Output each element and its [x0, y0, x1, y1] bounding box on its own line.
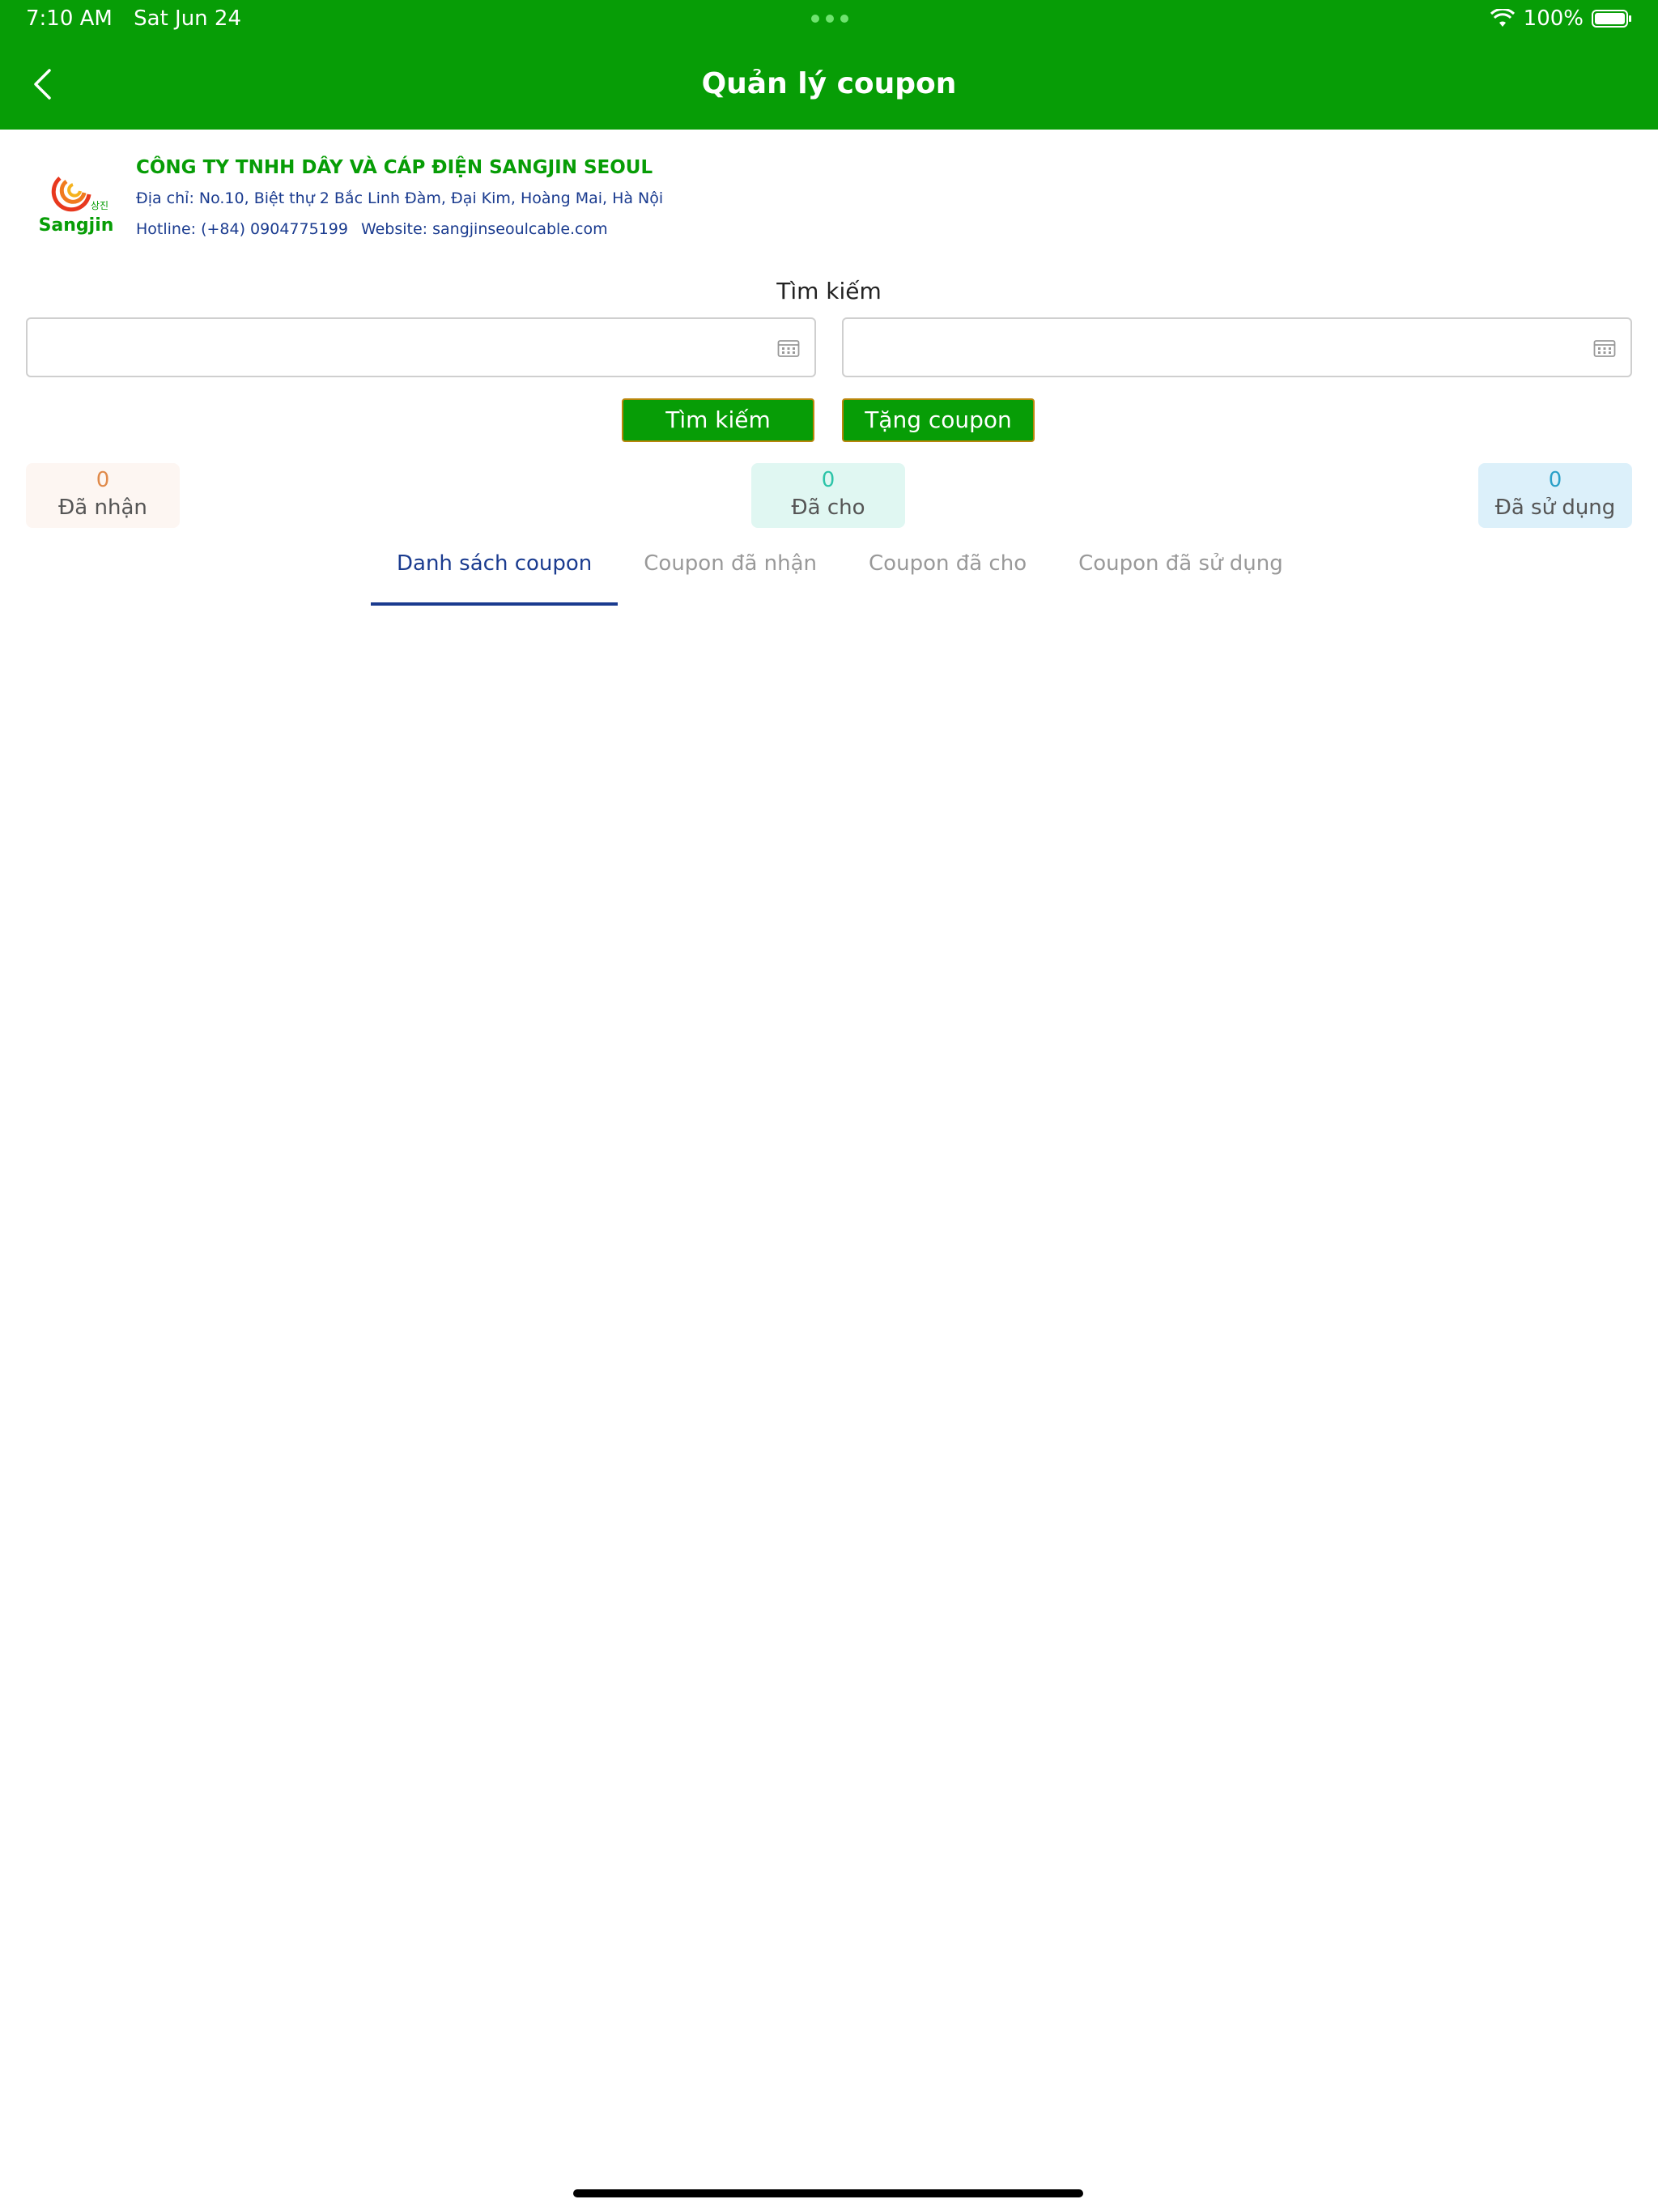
- stat-received: 0 Đã nhận: [26, 463, 180, 528]
- stat-received-label: Đã nhận: [58, 496, 147, 520]
- calendar-icon[interactable]: [777, 338, 800, 358]
- give-coupon-button[interactable]: Tặng coupon: [842, 398, 1035, 442]
- stat-used: 0 Đã sử dụng: [1478, 463, 1632, 528]
- search-title: Tìm kiếm: [776, 278, 882, 304]
- coupon-tabs: Danh sách coupon Coupon đã nhận Coupon đ…: [371, 541, 1309, 606]
- stat-given-count: 0: [821, 468, 835, 492]
- company-hotline: Hotline: (+84) 0904775199: [136, 220, 348, 238]
- tab-coupon-used[interactable]: Coupon đã sử dụng: [1052, 541, 1309, 606]
- stat-given: 0 Đã cho: [751, 463, 905, 528]
- app-header: 7:10 AM Sat Jun 24 100% Quản lý coupon: [0, 0, 1658, 130]
- tab-coupon-given[interactable]: Coupon đã cho: [843, 541, 1052, 606]
- stat-received-count: 0: [96, 468, 110, 492]
- status-date: Sat Jun 24: [134, 6, 242, 31]
- page-title: Quản lý coupon: [701, 67, 957, 100]
- status-bar-time: 7:10 AM Sat Jun 24: [26, 5, 256, 32]
- status-time: 7:10 AM: [26, 6, 113, 31]
- search-button[interactable]: Tìm kiếm: [622, 398, 814, 442]
- company-address: Địa chỉ: No.10, Biệt thự 2 Bắc Linh Đàm,…: [136, 189, 664, 207]
- logo-text: Sangjin: [38, 215, 114, 236]
- svg-text:상진: 상진: [91, 200, 108, 211]
- tab-coupon-received[interactable]: Coupon đã nhận: [618, 541, 843, 606]
- battery-percent: 100%: [1523, 6, 1584, 31]
- company-contact: Hotline: (+84) 0904775199 Website: sangji…: [136, 219, 608, 240]
- start-date-field[interactable]: [26, 317, 816, 377]
- tab-coupon-list[interactable]: Danh sách coupon: [371, 541, 619, 606]
- end-date-input[interactable]: [844, 319, 1588, 376]
- stat-given-label: Đã cho: [791, 496, 865, 520]
- calendar-icon[interactable]: [1593, 338, 1616, 358]
- coupon-management-screen: 7:10 AM Sat Jun 24 100% Quản lý coupon 상…: [0, 0, 1658, 2212]
- start-date-input[interactable]: [28, 319, 772, 376]
- home-indicator[interactable]: [573, 2189, 1083, 2197]
- stat-used-count: 0: [1548, 468, 1562, 492]
- end-date-field[interactable]: [842, 317, 1632, 377]
- battery-icon: [1592, 10, 1631, 28]
- company-name: CÔNG TY TNHH DÂY VÀ CÁP ĐIỆN SANGJIN SEO…: [136, 157, 653, 178]
- status-bar-right: 100%: [1490, 5, 1632, 32]
- multitasking-dots-icon[interactable]: [811, 15, 848, 23]
- company-website: Website: sangjinseoulcable.com: [360, 220, 608, 238]
- sangjin-logo-icon: 상진: [51, 177, 108, 212]
- company-logo: 상진 Sangjin: [36, 167, 117, 240]
- stat-used-label: Đã sử dụng: [1494, 496, 1616, 520]
- wifi-icon: [1490, 9, 1515, 27]
